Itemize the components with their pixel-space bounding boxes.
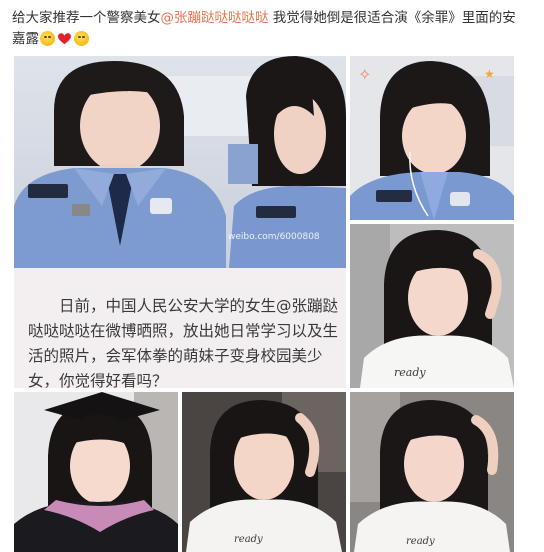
smirk-face-emoji-icon	[74, 31, 89, 46]
photo-graduation-portrait[interactable]	[14, 392, 178, 552]
photo-selfie-bus[interactable]: ready	[182, 392, 346, 552]
svg-text:ready: ready	[394, 366, 426, 379]
photo-tshirt-portrait[interactable]: ready	[350, 224, 514, 388]
photo-caption-text: 日前，中国人民公安大学的女生@张蹦跶哒哒哒哒在微博晒照，放出她日常学习以及生活的…	[28, 297, 339, 390]
heart-emoji-icon	[57, 31, 72, 46]
photo-uniform-portrait[interactable]: ✧ ★	[350, 56, 514, 220]
svg-text:ready: ready	[406, 536, 435, 547]
photo-uniform-selfie[interactable]: weibo.com/6000808	[14, 56, 346, 268]
post-text-before: 给大家推荐一个警察美女	[12, 10, 161, 26]
photo-selfie-outdoor[interactable]: ready	[350, 392, 514, 552]
svg-text:✧: ✧	[358, 65, 371, 84]
svg-text:ready: ready	[234, 534, 263, 545]
user-mention-link[interactable]: @张蹦跶哒哒哒哒	[161, 10, 269, 26]
svg-text:★: ★	[484, 67, 495, 81]
post-text: 给大家推荐一个警察美女@张蹦跶哒哒哒哒 我觉得她倒是很适合演《余罪》里面的安嘉露	[12, 8, 528, 50]
photo-watermark: weibo.com/6000808	[228, 232, 320, 242]
smirk-face-emoji-icon	[40, 31, 55, 46]
